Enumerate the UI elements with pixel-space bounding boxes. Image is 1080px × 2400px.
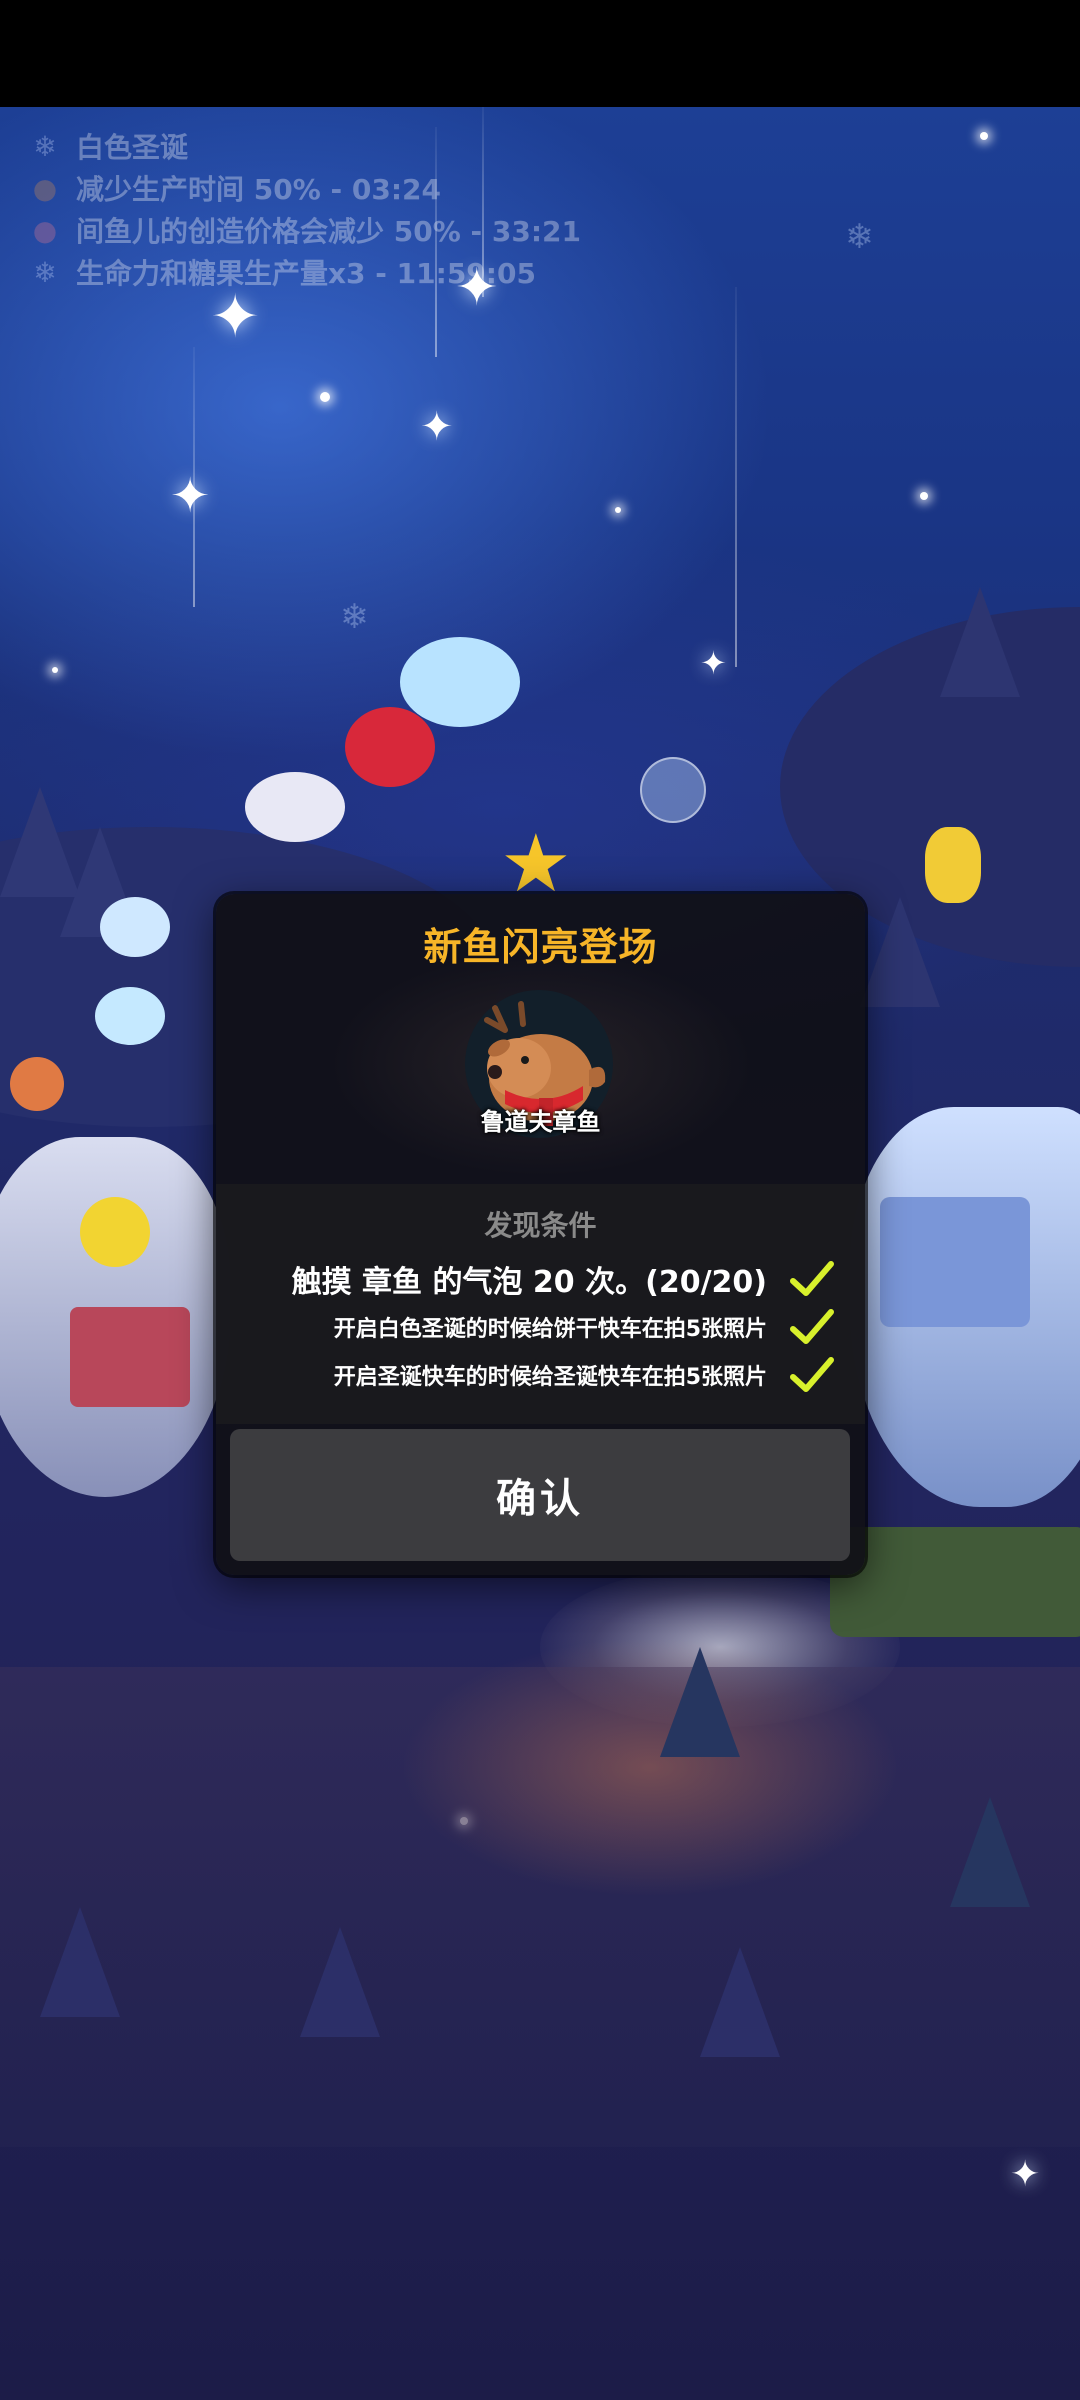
santa-fish	[345, 707, 435, 787]
buff-item: ❄ 白色圣诞	[28, 125, 581, 167]
cottage	[70, 1307, 190, 1407]
fish-name: 鲁道夫章鱼	[480, 1108, 601, 1136]
tree	[950, 1797, 1030, 1907]
check-icon	[790, 1309, 834, 1344]
check-icon	[790, 1357, 834, 1392]
town-glow	[400, 1637, 900, 1897]
active-buffs-list: ❄ 白色圣诞 ● 减少生产时间 50% - 03:24 ● 间鱼儿的创造价格会减…	[28, 125, 581, 293]
condition-row: 触摸 章鱼 的气泡 20 次。(20/20)	[216, 1254, 865, 1304]
snowflake-icon: ❄	[845, 217, 874, 257]
dialog-title: 新鱼闪亮登场	[423, 925, 658, 969]
condition-row: 开启圣诞快车的时候给圣诞快车在拍5张照片	[216, 1350, 865, 1400]
status-bar	[0, 0, 1080, 107]
buff-item: ● 间鱼儿的创造价格会减少 50% - 33:21	[28, 209, 581, 251]
ufo-fish	[100, 897, 170, 957]
snowflake-icon: ❄	[33, 255, 57, 289]
star-dot	[920, 492, 928, 500]
star-dot	[52, 667, 58, 673]
star-dot	[980, 132, 988, 140]
tree	[660, 1647, 740, 1757]
snowflake-icon: ❄	[340, 597, 369, 637]
buff-text: 减少生产时间 50% - 03:24	[76, 173, 442, 206]
tree	[40, 1907, 120, 2017]
condition-text: 开启圣诞快车的时候给圣诞快车在拍5张照片	[333, 1365, 767, 1390]
buff-text: 生命力和糖果生产量x3 - 11:59:05	[76, 257, 536, 290]
tree	[860, 897, 940, 1007]
buff-text: 白色圣诞	[76, 131, 189, 164]
buff-item: ❄ 生命力和糖果生产量x3 - 11:59:05	[28, 251, 581, 293]
tree	[700, 1947, 780, 2057]
tree	[300, 1927, 380, 2037]
new-fish-dialog: 新鱼闪亮登场 鲁道夫章鱼 发现条件 触摸 章鱼 的气泡 20 次。(20/20)	[216, 894, 865, 1575]
reindeer-fish	[10, 1057, 64, 1111]
bell-ornament	[925, 827, 981, 903]
star-dot	[615, 507, 621, 513]
condition-row: 开启白色圣诞的时候给饼干快车在拍5张照片	[216, 1302, 865, 1352]
star-dot	[320, 392, 330, 402]
sparkle-star-icon: ✦	[1010, 2154, 1041, 2195]
snowflake-icon: ❄	[33, 129, 57, 163]
buff-item: ● 减少生产时间 50% - 03:24	[28, 167, 581, 209]
sparkle-star-icon: ✦	[420, 404, 454, 450]
conditions-title: 发现条件	[484, 1209, 597, 1242]
bubble[interactable]	[640, 757, 706, 823]
tree	[940, 587, 1020, 697]
sparkle-star-icon: ✦	[170, 468, 211, 524]
ice-fish	[400, 637, 520, 727]
reindeer-icon: ●	[32, 171, 58, 205]
confirm-button[interactable]: 确认	[230, 1429, 850, 1561]
fish-icon: ●	[32, 213, 58, 247]
condition-text: 开启白色圣诞的时候给饼干快车在拍5张照片	[333, 1317, 767, 1342]
check-icon	[790, 1261, 834, 1296]
ice-fish	[95, 987, 165, 1045]
sparkle-star-icon: ✦	[210, 282, 261, 352]
sparkle-star-icon: ✦	[700, 644, 727, 682]
train	[830, 1527, 1080, 1637]
condition-text: 触摸 章鱼 的气泡 20 次。(20/20)	[291, 1265, 767, 1300]
hanging-string	[735, 287, 737, 667]
buff-text: 间鱼儿的创造价格会减少 50% - 33:21	[76, 215, 582, 248]
bell-ornament	[80, 1197, 150, 1267]
cottage	[880, 1197, 1030, 1327]
santa-hat-fish	[245, 772, 345, 842]
